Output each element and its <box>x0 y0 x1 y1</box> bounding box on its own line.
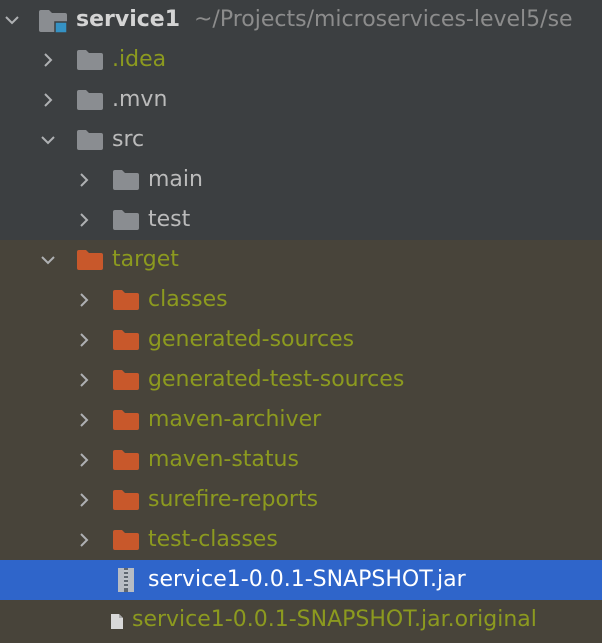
jar-file-icon <box>118 568 134 592</box>
tree-row-jar[interactable]: service1-0.0.1-SNAPSHOT.jar <box>0 560 602 600</box>
tree-row-surefire-reports[interactable]: surefire-reports <box>0 480 602 520</box>
chevron-right-icon[interactable] <box>74 330 94 350</box>
tree-label: generated-sources <box>148 327 355 352</box>
excluded-folder-icon <box>113 290 139 310</box>
tree-label: maven-status <box>148 447 299 472</box>
folder-icon <box>77 50 103 70</box>
tree-row-target[interactable]: target <box>0 240 602 280</box>
chevron-right-icon[interactable] <box>74 530 94 550</box>
module-path: ~/Projects/microservices-level5/se <box>194 7 573 32</box>
tree-row-maven-archiver[interactable]: maven-archiver <box>0 400 602 440</box>
tree-row-test[interactable]: test <box>0 200 602 240</box>
tree-row-src[interactable]: src <box>0 120 602 160</box>
tree-row-jar-original[interactable]: service1-0.0.1-SNAPSHOT.jar.original <box>0 600 602 643</box>
folder-icon <box>113 210 139 230</box>
file-icon <box>111 614 123 629</box>
tree-label: target <box>112 247 179 272</box>
chevron-down-icon[interactable] <box>38 130 58 150</box>
tree-label: classes <box>148 287 228 312</box>
excluded-folder-icon <box>113 450 139 470</box>
excluded-folder-icon <box>113 410 139 430</box>
tree-label: service1-0.0.1-SNAPSHOT.jar <box>148 567 466 592</box>
chevron-down-icon[interactable] <box>2 10 22 30</box>
tree-label: main <box>148 167 203 192</box>
module-folder-icon <box>39 10 68 34</box>
tree-label: service1-0.0.1-SNAPSHOT.jar.original <box>132 607 537 632</box>
tree-row-maven-status[interactable]: maven-status <box>0 440 602 480</box>
chevron-right-icon[interactable] <box>74 450 94 470</box>
tree-label: test <box>148 207 191 232</box>
chevron-down-icon[interactable] <box>38 250 58 270</box>
tree-row-idea[interactable]: .idea <box>0 40 602 80</box>
tree-row-service1[interactable]: service1 ~/Projects/microservices-level5… <box>0 0 602 40</box>
excluded-folder-icon <box>113 370 139 390</box>
excluded-folder-icon <box>113 490 139 510</box>
chevron-right-icon[interactable] <box>38 50 58 70</box>
tree-row-generated-test-sources[interactable]: generated-test-sources <box>0 360 602 400</box>
tree-label: test-classes <box>148 527 278 552</box>
folder-icon <box>113 170 139 190</box>
excluded-folder-icon <box>77 250 103 270</box>
chevron-right-icon[interactable] <box>74 170 94 190</box>
folder-icon <box>77 130 103 150</box>
chevron-right-icon[interactable] <box>74 290 94 310</box>
tree-label: src <box>112 127 145 152</box>
folder-icon <box>77 90 103 110</box>
tree-row-generated-sources[interactable]: generated-sources <box>0 320 602 360</box>
project-tree: service1 ~/Projects/microservices-level5… <box>0 0 602 643</box>
tree-row-mvn[interactable]: .mvn <box>0 80 602 120</box>
chevron-right-icon[interactable] <box>38 90 58 110</box>
excluded-folder-icon <box>113 330 139 350</box>
tree-label: .idea <box>112 47 167 72</box>
chevron-right-icon[interactable] <box>74 490 94 510</box>
chevron-right-icon[interactable] <box>74 210 94 230</box>
chevron-right-icon[interactable] <box>74 370 94 390</box>
tree-label: generated-test-sources <box>148 367 405 392</box>
tree-label: maven-archiver <box>148 407 322 432</box>
tree-row-classes[interactable]: classes <box>0 280 602 320</box>
excluded-folder-icon <box>113 530 139 550</box>
tree-label-root: service1 <box>76 7 181 32</box>
tree-label: surefire-reports <box>148 487 319 512</box>
tree-label: .mvn <box>112 87 168 112</box>
chevron-right-icon[interactable] <box>74 410 94 430</box>
tree-row-main[interactable]: main <box>0 160 602 200</box>
tree-row-test-classes[interactable]: test-classes <box>0 520 602 560</box>
